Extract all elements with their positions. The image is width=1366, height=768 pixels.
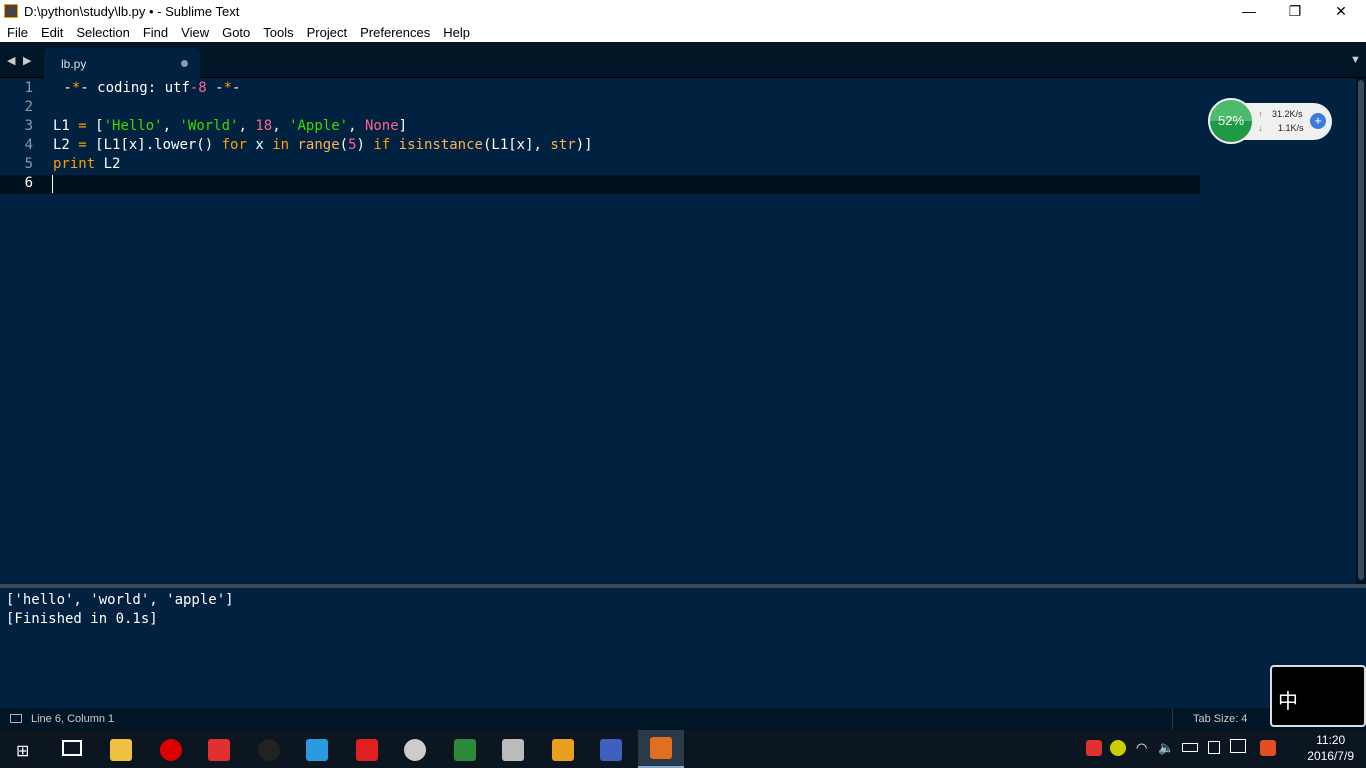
line-number: 6: [24, 175, 33, 191]
notification-icon[interactable]: [1230, 739, 1246, 753]
window-title: D:\python\study\lb.py • - Sublime Text: [24, 4, 240, 19]
app-icon[interactable]: [502, 739, 524, 761]
menu-goto[interactable]: Goto: [215, 22, 256, 40]
output-line: [Finished in 0.1s]: [6, 611, 158, 627]
tab-bar: ◀ ▶ lb.py ▼: [0, 42, 1366, 78]
line-number: 2: [24, 99, 33, 115]
cursor-position: Line 6, Column 1: [31, 713, 115, 725]
tab-lb-py[interactable]: lb.py: [44, 48, 200, 78]
app-icon[interactable]: [404, 739, 426, 761]
windows-start-icon[interactable]: ⊞: [16, 741, 29, 761]
code-editor[interactable]: 1 -*- coding: utf-8 -*- 2 3 L1 = ['Hello'…: [0, 78, 1356, 584]
sublime-app-icon: [4, 4, 18, 18]
sublime-icon: [650, 737, 672, 759]
file-explorer-icon[interactable]: [110, 739, 132, 761]
menu-help[interactable]: Help: [436, 22, 476, 40]
menu-find[interactable]: Find: [136, 22, 174, 40]
tab-size-selector[interactable]: Tab Size: 4: [1193, 713, 1247, 725]
wifi-icon[interactable]: ◠: [1136, 740, 1147, 756]
maximize-button[interactable]: ❐: [1272, 0, 1318, 22]
menu-selection[interactable]: Selection: [69, 22, 135, 40]
title-bar: D:\python\study\lb.py • - Sublime Text —…: [0, 0, 1366, 22]
status-bar: Line 6, Column 1 Tab Size: 4: [0, 708, 1366, 730]
editor-scrollbar[interactable]: [1356, 78, 1366, 584]
sogou-ime-icon[interactable]: [1260, 740, 1276, 756]
line-number: 3: [24, 118, 33, 134]
unsaved-dot-icon[interactable]: [181, 60, 188, 67]
menu-bar: File Edit Selection Find View Goto Tools Projec…: [0, 22, 1366, 42]
app-icon[interactable]: [552, 739, 574, 761]
volume-icon[interactable]: 🔈: [1158, 740, 1174, 756]
text-cursor: [52, 175, 53, 193]
menu-edit[interactable]: Edit: [34, 22, 69, 40]
line-number: 1: [24, 80, 33, 96]
plus-icon[interactable]: +: [1310, 113, 1326, 129]
taskbar: ⊞ ◠ 🔈 11:20 2016/7/9: [0, 730, 1366, 768]
build-output-panel: ['hello', 'world', 'apple'] [Finished in…: [0, 588, 1366, 708]
netease-music-icon[interactable]: [208, 739, 230, 761]
sublime-taskbar-button[interactable]: [638, 730, 684, 768]
menu-view[interactable]: View: [174, 22, 215, 40]
panel-toggle-icon[interactable]: [10, 714, 22, 723]
tray-app-icon[interactable]: [1208, 741, 1220, 754]
tray-music-icon[interactable]: [1086, 740, 1102, 756]
download-speed: 1.1K/s: [1278, 123, 1304, 133]
code-line-4: L2 = [L1[x].lower() for x in range(5) if…: [53, 137, 593, 153]
network-speed-widget[interactable]: ↑ 31.2K/s ↓ 1.1K/s + 52%: [1208, 98, 1334, 144]
memory-percent: 52%: [1208, 98, 1254, 144]
menu-preferences[interactable]: Preferences: [353, 22, 436, 40]
menu-file[interactable]: File: [0, 22, 34, 40]
pycharm-icon[interactable]: [454, 739, 476, 761]
tray-security-icon[interactable]: [1110, 740, 1126, 756]
qq-icon[interactable]: [258, 739, 280, 761]
tab-left-arrow-icon[interactable]: ◀: [7, 54, 15, 67]
tab-label: lb.py: [61, 57, 87, 71]
output-line: ['hello', 'world', 'apple']: [6, 592, 234, 608]
line-number: 5: [24, 156, 33, 172]
code-line-1: -*- coding: utf-8 -*-: [55, 80, 241, 96]
close-button[interactable]: ✕: [1318, 0, 1364, 22]
tab-right-arrow-icon[interactable]: ▶: [23, 54, 31, 67]
menu-project[interactable]: Project: [300, 22, 353, 40]
opera-icon[interactable]: [160, 739, 182, 761]
upload-speed: 31.2K/s: [1272, 109, 1303, 119]
code-line-3: L1 = ['Hello', 'World', 18, 'Apple', Non…: [53, 118, 408, 134]
task-view-icon[interactable]: [62, 740, 82, 756]
app-icon[interactable]: [600, 739, 622, 761]
menu-tools[interactable]: Tools: [256, 22, 299, 40]
battery-icon[interactable]: [1182, 743, 1198, 752]
code-line-5: print L2: [53, 156, 121, 172]
line-number: 4: [24, 137, 33, 153]
ime-indicator[interactable]: 中: [1270, 665, 1366, 727]
minimize-button[interactable]: —: [1226, 0, 1272, 22]
baidu-netdisk-icon[interactable]: [306, 739, 328, 761]
clock[interactable]: 11:20 2016/7/9: [1307, 732, 1354, 764]
tab-dropdown-icon[interactable]: ▼: [1350, 54, 1361, 66]
app-g-icon[interactable]: [356, 739, 378, 761]
